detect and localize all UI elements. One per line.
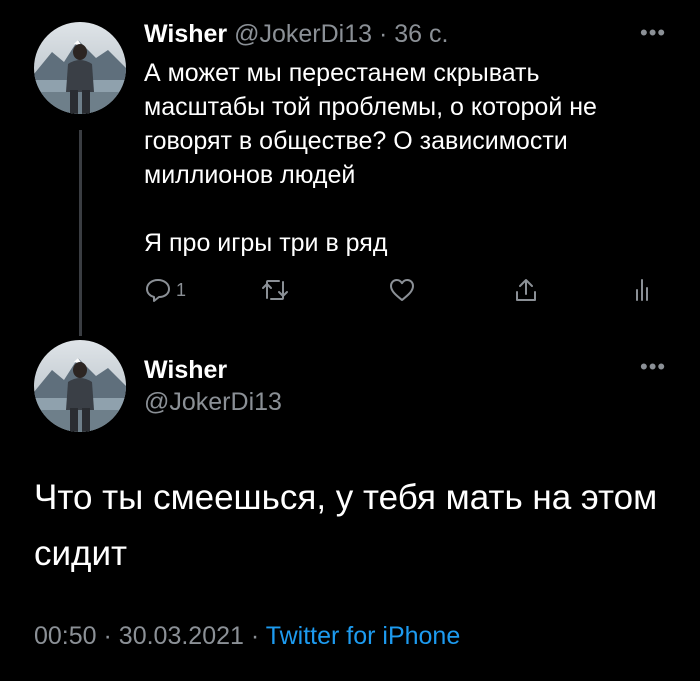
reply-count: 1 (176, 279, 187, 300)
reply-icon (146, 279, 170, 302)
tweet2-source-link[interactable]: Twitter for iPhone (266, 622, 461, 650)
tweet2-more-button[interactable]: ••• (640, 356, 666, 378)
like-button[interactable] (388, 276, 416, 304)
tweet2-meta: 00:50 · 30.03.2021 · Twitter for iPhone (34, 620, 460, 652)
tweet1-text-paragraph2: Я про игры три в ряд (144, 229, 388, 257)
tweet2-text: Что ты смеешься, у тебя мать на этом сид… (34, 478, 658, 573)
share-icon (516, 279, 536, 301)
retweet-button[interactable] (260, 276, 290, 304)
tweet2-time[interactable]: 00:50 (34, 622, 97, 650)
tweet1-avatar[interactable] (34, 22, 126, 114)
more-dots-icon: ••• (640, 20, 667, 45)
avatar-photo (34, 22, 126, 114)
avatar-photo (34, 340, 126, 432)
analytics-button[interactable] (628, 276, 656, 304)
tweet2-separator1: · (103, 622, 112, 650)
tweet2-handle[interactable]: @JokerDi13 (144, 386, 282, 418)
tweet1-separator: · (378, 20, 388, 48)
reply-button[interactable]: 1 (144, 276, 186, 304)
tweet1-text: А может мы перестанем скрывать масштабы … (144, 56, 664, 260)
tweet1-time[interactable]: 36 с. (394, 20, 448, 48)
analytics-icon (636, 279, 648, 301)
more-dots-icon: ••• (640, 354, 667, 379)
tweet1-header: Wisher @JokerDi13 · 36 с. (144, 18, 448, 50)
tweet2-date[interactable]: 30.03.2021 (119, 622, 244, 650)
tweet1-handle[interactable]: @JokerDi13 (234, 20, 372, 48)
tweet2-avatar[interactable] (34, 340, 126, 432)
retweet-icon (262, 280, 288, 300)
tweet1-action-bar: 1 (144, 276, 664, 308)
share-button[interactable] (512, 276, 540, 304)
tweet2-display-name[interactable]: Wisher (144, 354, 227, 386)
thread-connector-line (79, 130, 82, 336)
tweet1-display-name[interactable]: Wisher (144, 20, 227, 48)
tweet1-text-paragraph1: А может мы перестанем скрывать масштабы … (144, 59, 597, 189)
like-icon (390, 279, 414, 301)
tweet1-more-button[interactable]: ••• (640, 22, 666, 44)
tweet2-separator2: · (250, 622, 260, 650)
